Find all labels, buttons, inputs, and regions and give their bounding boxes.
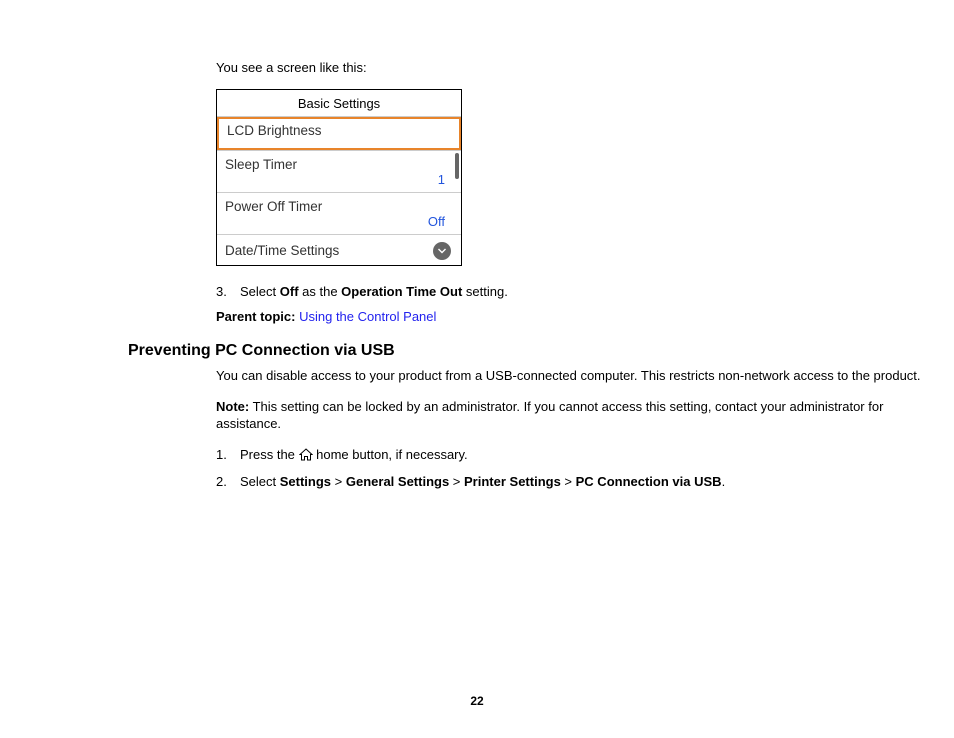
- parent-topic-link[interactable]: Using the Control Panel: [299, 309, 436, 324]
- step-number: 2.: [216, 474, 240, 489]
- intro-text: You see a screen like this:: [216, 60, 924, 75]
- basic-settings-screen: Basic Settings LCD Brightness Sleep Time…: [216, 89, 462, 266]
- page-number: 22: [0, 694, 954, 708]
- section-heading: Preventing PC Connection via USB: [128, 342, 924, 360]
- screen-item-label: Power Off Timer: [225, 199, 451, 214]
- scrollbar-icon: [455, 153, 459, 179]
- step-number: 1.: [216, 447, 240, 464]
- chevron-down-icon: [433, 242, 451, 260]
- screen-item-value: 1: [225, 172, 451, 187]
- home-icon: [299, 448, 313, 464]
- parent-topic-label: Parent topic:: [216, 309, 295, 324]
- screen-title: Basic Settings: [217, 90, 461, 117]
- note-text: This setting can be locked by an adminis…: [216, 399, 883, 431]
- screen-item-lcd-brightness: LCD Brightness: [217, 117, 461, 151]
- note-paragraph: Note: This setting can be locked by an a…: [216, 399, 924, 433]
- step-text: Select Off as the Operation Time Out set…: [240, 284, 508, 299]
- step-2: 2. Select Settings > General Settings > …: [216, 474, 924, 489]
- paragraph-1: You can disable access to your product f…: [216, 368, 924, 385]
- screen-container: Basic Settings LCD Brightness Sleep Time…: [216, 89, 924, 266]
- screen-item-power-off-timer: Power Off Timer Off: [217, 193, 461, 235]
- screen-item-date-time: Date/Time Settings: [217, 235, 461, 265]
- screen-item-label: LCD Brightness: [227, 123, 451, 138]
- step-text: Select Settings > General Settings > Pri…: [240, 474, 725, 489]
- step-number: 3.: [216, 284, 240, 299]
- note-label: Note:: [216, 399, 249, 414]
- step-1: 1. Press the home button, if necessary.: [216, 447, 924, 464]
- step-text: Press the home button, if necessary.: [240, 447, 468, 464]
- parent-topic: Parent topic: Using the Control Panel: [216, 309, 924, 324]
- screen-item-sleep-timer: Sleep Timer 1: [217, 151, 461, 193]
- screen-item-label: Sleep Timer: [225, 157, 451, 172]
- screen-item-label: Date/Time Settings: [225, 243, 339, 258]
- screen-item-value: Off: [225, 214, 451, 229]
- step-3: 3. Select Off as the Operation Time Out …: [216, 284, 924, 299]
